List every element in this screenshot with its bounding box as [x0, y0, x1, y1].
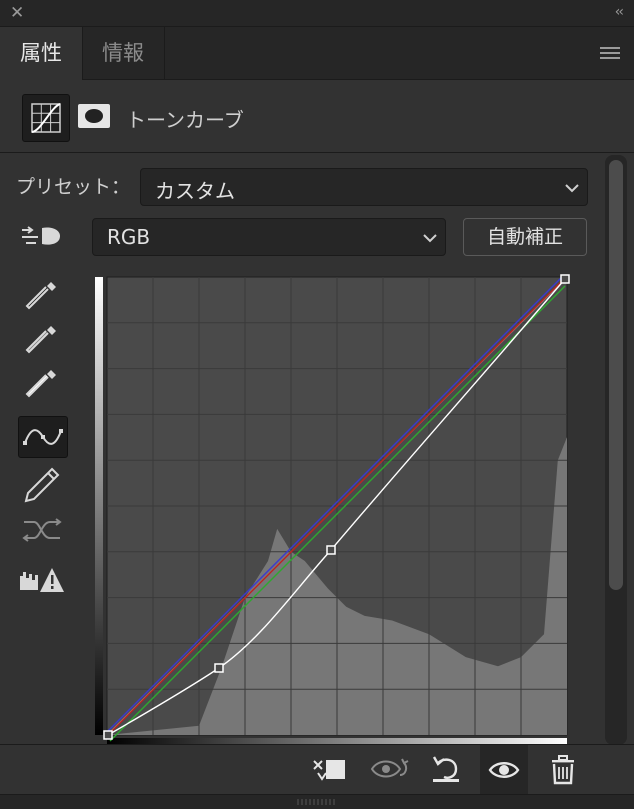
scrollbar-thumb[interactable] — [609, 160, 623, 590]
curve-control-point[interactable] — [560, 274, 570, 284]
curve-control-point[interactable] — [103, 730, 113, 740]
reset-icon[interactable] — [422, 745, 470, 795]
input-gradient-bar — [95, 277, 103, 735]
curve-control-point[interactable] — [326, 545, 336, 555]
panel-footer — [0, 744, 634, 795]
view-previous-state-icon[interactable] — [366, 745, 414, 795]
clip-to-layer-icon[interactable] — [306, 745, 354, 795]
panel-resize-strip[interactable] — [0, 794, 634, 809]
curves-graph[interactable] — [0, 0, 634, 808]
visibility-eye-icon[interactable] — [480, 745, 528, 795]
trash-icon[interactable] — [539, 745, 587, 795]
resize-grip-icon[interactable] — [296, 799, 336, 805]
curve-control-point[interactable] — [214, 663, 224, 673]
